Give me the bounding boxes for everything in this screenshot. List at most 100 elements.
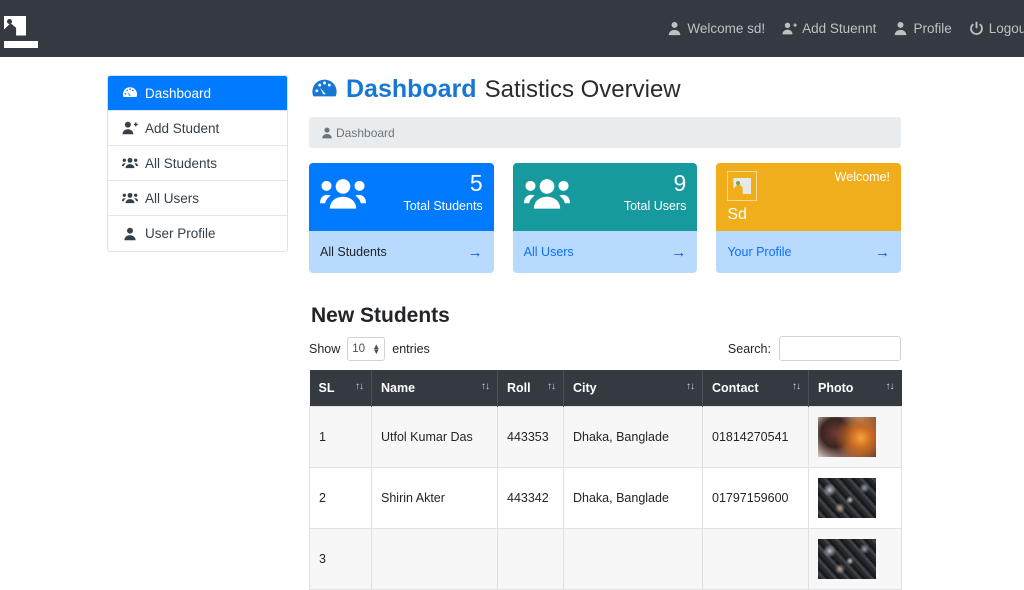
table-row[interactable]: 1 Utfol Kumar Das 443353 Dhaka, Banglade… — [309, 406, 902, 468]
user-icon — [669, 21, 681, 36]
column-header-photo[interactable]: Photo ↑↓ — [808, 370, 902, 407]
breadcrumb: Dashboard — [309, 117, 901, 148]
card-label: Total Users — [623, 199, 687, 214]
card-profile-welcome: Welcome! Sd Your Profile → — [716, 163, 902, 273]
page-title-main: Dashboard — [346, 75, 477, 103]
cell-photo — [808, 467, 902, 529]
card-total-students: 5 Total Students All Students → — [309, 163, 494, 273]
nav-add-student-label: Add Stuennt — [802, 21, 877, 36]
entries-label: entries — [392, 341, 430, 356]
table-controls: Show 10 ▲ ▼ entries Search: — [309, 336, 901, 361]
card-footer-label: Your Profile — [727, 245, 792, 259]
cell-name: Shirin Akter — [371, 467, 498, 529]
card-body: 5 Total Students — [309, 163, 494, 231]
card-value: 9 — [673, 170, 687, 196]
card-footer-link[interactable]: All Students → — [309, 231, 494, 273]
breadcrumb-label: Dashboard — [336, 125, 395, 140]
nav-logout-label: Logout — [988, 21, 1024, 36]
sort-icon: ↑↓ — [547, 381, 556, 392]
table-row[interactable]: 2 Shirin Akter 443342 Dhaka, Banglade 01… — [309, 467, 902, 529]
card-metrics: 5 Total Students — [403, 171, 482, 213]
sidebar-item-label: Dashboard — [145, 85, 212, 101]
student-photo — [818, 539, 876, 579]
card-metrics: Welcome! — [834, 170, 891, 184]
cell-name — [371, 528, 498, 590]
table-head: SL ↑↓ Name ↑↓ Roll ↑↓ City ↑↓ Contact ↑↓… — [309, 370, 902, 407]
page-size-select[interactable]: 10 ▲ ▼ — [347, 336, 386, 361]
students-table: SL ↑↓ Name ↑↓ Roll ↑↓ City ↑↓ Contact ↑↓… — [309, 370, 902, 590]
column-header-city[interactable]: City ↑↓ — [563, 370, 703, 407]
cell-sl: 3 — [309, 528, 372, 590]
nav-welcome-label: Welcome sd! — [687, 21, 766, 36]
column-header-roll[interactable]: Roll ↑↓ — [497, 370, 564, 407]
student-photo — [818, 417, 876, 457]
sidebar-item-dashboard[interactable]: Dashboard — [108, 76, 287, 111]
cell-photo — [808, 528, 902, 590]
sidebar-item-label: All Users — [145, 190, 200, 206]
card-metrics: 9 Total Users — [624, 171, 687, 213]
cell-sl: 1 — [309, 406, 372, 468]
show-label: Show — [309, 341, 341, 356]
column-label: Roll — [507, 381, 531, 395]
column-header-sl[interactable]: SL ↑↓ — [309, 370, 372, 407]
table-header-row: SL ↑↓ Name ↑↓ Roll ↑↓ City ↑↓ Contact ↑↓… — [309, 370, 902, 407]
sidebar-item-all-students[interactable]: All Students — [108, 146, 287, 181]
user-plus-icon — [782, 22, 797, 35]
page-title-sub: Satistics Overview — [484, 75, 681, 103]
cell-contact — [702, 528, 809, 590]
column-label: Name — [381, 381, 416, 395]
sort-icon: ↑↓ — [481, 381, 490, 392]
sidebar-item-user-profile[interactable]: User Profile — [108, 216, 287, 251]
nav-logout[interactable]: Logout — [969, 21, 1024, 36]
users-icon — [320, 179, 366, 209]
column-label: City — [573, 381, 597, 395]
card-value: Welcome! — [834, 170, 891, 184]
cell-city: Dhaka, Banglade — [563, 467, 703, 529]
column-header-name[interactable]: Name ↑↓ — [371, 370, 498, 407]
table-row[interactable]: 3 — [309, 528, 902, 590]
sidebar-item-all-users[interactable]: All Users — [108, 181, 287, 216]
card-footer-link[interactable]: All Users → — [512, 231, 698, 273]
card-label: Sd — [727, 206, 747, 223]
user-icon — [895, 21, 907, 36]
sidebar-item-add-student[interactable]: Add Student — [108, 111, 287, 146]
card-body: 9 Total Users — [512, 163, 698, 231]
student-photo — [818, 478, 876, 518]
nav-profile-label: Profile — [913, 21, 952, 36]
arrow-right-icon: → — [467, 243, 483, 261]
cell-contact: 01797159600 — [702, 467, 809, 529]
main-content: Dashboard Satistics Overview Dashboard 5… — [309, 75, 902, 590]
users-icon — [122, 157, 138, 169]
users-icon — [523, 179, 570, 209]
sidebar: Dashboard Add Student All Students All U… — [107, 75, 288, 252]
sidebar-item-label: User Profile — [145, 226, 216, 241]
show-entries-control: Show 10 ▲ ▼ entries — [309, 336, 430, 361]
card-total-users: 9 Total Users All Users → — [512, 163, 698, 273]
column-label: Contact — [712, 381, 759, 395]
navbar-links: Welcome sd! Add Stuennt Profile Logout — [667, 21, 1024, 36]
nav-profile[interactable]: Profile — [893, 21, 952, 36]
cell-city: Dhaka, Banglade — [563, 406, 703, 468]
power-off-icon — [969, 21, 983, 35]
page-title: Dashboard Satistics Overview — [311, 75, 901, 104]
brand-logo[interactable] — [4, 15, 38, 48]
card-footer-label: All Students — [320, 245, 387, 259]
card-footer-link[interactable]: Your Profile → — [716, 231, 902, 273]
page-size-value: 10 — [352, 342, 366, 355]
card-value: 5 — [469, 170, 483, 196]
column-header-contact[interactable]: Contact ↑↓ — [702, 370, 809, 407]
cell-roll: 443342 — [497, 467, 564, 529]
arrow-right-icon: → — [875, 243, 891, 261]
tachometer-icon — [312, 79, 337, 97]
table-body: 1 Utfol Kumar Das 443353 Dhaka, Banglade… — [309, 406, 902, 590]
sort-icon: ↑↓ — [792, 381, 801, 392]
nav-add-student[interactable]: Add Stuennt — [782, 21, 876, 36]
card-footer-label: All Users — [523, 245, 574, 259]
card-body: Welcome! Sd — [716, 163, 902, 231]
nav-welcome[interactable]: Welcome sd! — [667, 21, 765, 36]
search-control: Search: — [728, 336, 901, 361]
sidebar-item-label: Add Student — [145, 120, 220, 136]
search-input[interactable] — [779, 336, 901, 361]
brand-bar — [4, 40, 38, 48]
cell-name: Utfol Kumar Das — [371, 406, 498, 468]
